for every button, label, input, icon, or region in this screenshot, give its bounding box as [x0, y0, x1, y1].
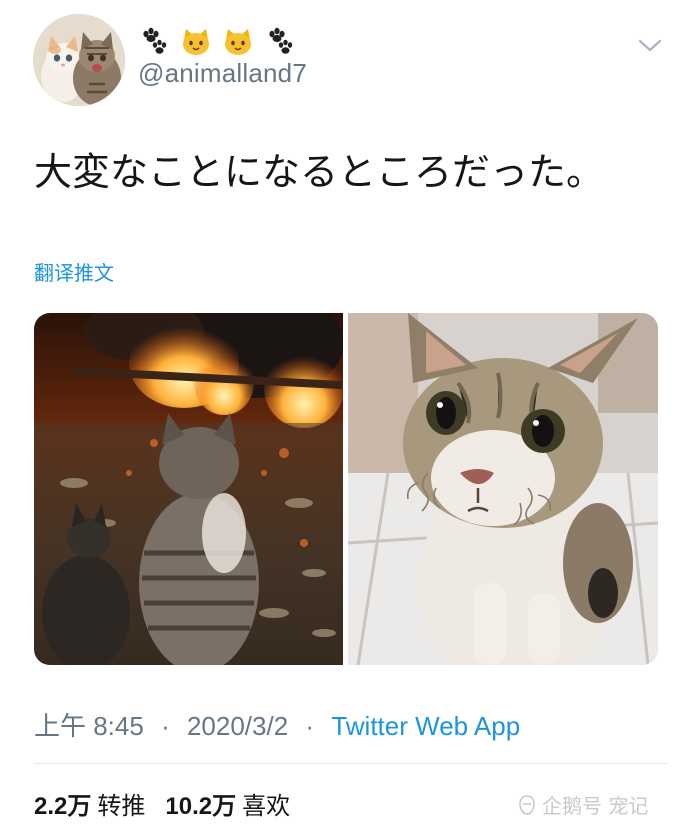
meta-separator: ·	[161, 711, 170, 741]
watermark-text: 企鹅号 宠记	[542, 794, 649, 818]
paw-prints-icon	[269, 27, 293, 54]
tweet-stats: 2.2万 转推 10.2万 喜欢	[34, 786, 290, 821]
penguin-logo-icon	[519, 794, 535, 815]
likes-label: 喜欢	[242, 792, 291, 820]
kittens-avatar-image	[33, 14, 125, 106]
tweet-date[interactable]: 2020/3/2	[187, 711, 288, 741]
cats-by-fire-photo[interactable]	[34, 313, 343, 665]
tweet-media	[34, 313, 658, 665]
retweets-stat[interactable]: 2.2万 转推	[34, 786, 145, 821]
chevron-down-icon[interactable]	[636, 36, 664, 56]
user-handle[interactable]: @animalland7	[138, 58, 307, 89]
tweet-text: 大変なことになるところだった。	[34, 150, 605, 194]
cat-face-icon	[183, 29, 209, 55]
watermark: 企鹅号 宠记	[518, 790, 648, 819]
paw-prints-icon	[143, 27, 167, 54]
tweet-meta: 上午 8:45 · 2020/3/2 · Twitter Web App	[34, 706, 520, 743]
tweet-source-link[interactable]: Twitter Web App	[331, 711, 520, 741]
tweet-header: @animalland7	[0, 0, 690, 120]
display-name[interactable]	[138, 22, 296, 62]
retweets-label: 转推	[97, 792, 146, 820]
cat-with-singed-whiskers-photo[interactable]	[348, 313, 658, 665]
translate-tweet-link[interactable]: 翻译推文	[34, 257, 114, 286]
likes-count: 10.2万	[165, 793, 237, 820]
retweets-count: 2.2万	[34, 793, 92, 820]
divider	[34, 763, 668, 764]
cat-face-icon	[225, 29, 251, 55]
likes-stat[interactable]: 10.2万 喜欢	[165, 786, 290, 821]
meta-separator: ·	[305, 711, 315, 741]
tweet-time[interactable]: 上午 8:45	[34, 711, 144, 741]
avatar[interactable]	[33, 14, 125, 106]
